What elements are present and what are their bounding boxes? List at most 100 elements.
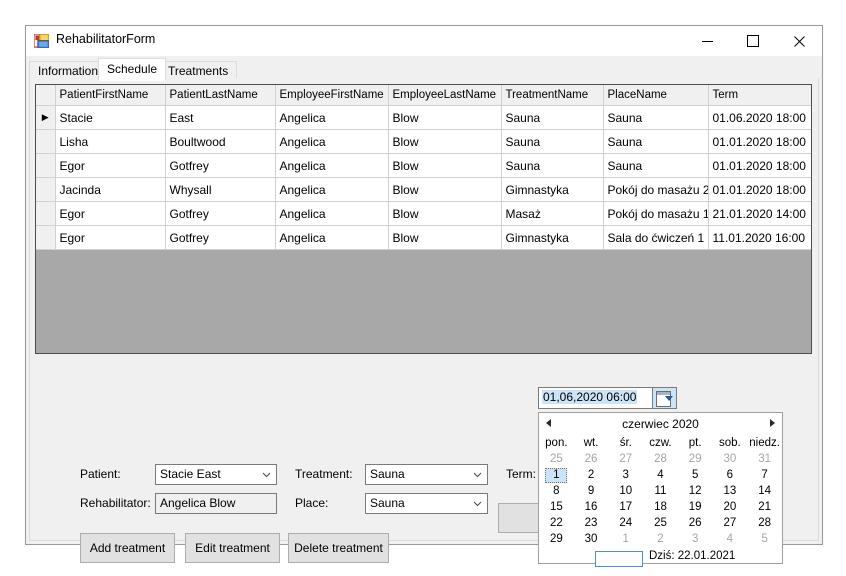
calendar-day-cell[interactable]: 27 [713,515,748,531]
table-row[interactable]: Egor Gotfrey Angelica Blow Masaż Pokój do mas… [36,201,811,226]
calendar-day-cell[interactable]: 4 [643,467,678,483]
calendar-day-cell[interactable]: 31 [747,451,782,467]
column-header-patientfirstname[interactable]: PatientFirstName [55,85,166,106]
row-header-cell[interactable] [36,153,56,178]
table-cell[interactable]: Angelica [275,105,389,130]
table-cell[interactable]: Egor [55,201,166,226]
calendar-day-cell[interactable]: 5 [678,467,713,483]
table-row[interactable]: Egor Gotfrey Angelica Blow Sauna Sauna 01.01.2… [36,153,811,178]
table-cell[interactable]: Stacie [55,105,166,130]
calendar-day-cell[interactable]: 24 [608,515,643,531]
table-cell[interactable]: Sauna [603,129,709,154]
table-cell[interactable]: Jacinda [55,177,166,202]
table-cell[interactable]: Sauna [501,105,604,130]
calendar-day-cell[interactable]: 18 [643,499,678,515]
row-header-corner[interactable] [36,85,56,106]
calendar-day-cell[interactable]: 28 [643,451,678,467]
treatment-combobox[interactable]: Sauna [365,464,488,485]
table-cell[interactable]: 01.01.2020 18:00 [708,153,811,178]
table-cell[interactable]: Gimnastyka [501,225,604,250]
table-cell[interactable]: Gotfrey [165,225,276,250]
calendar-day-cell[interactable]: 22 [539,515,574,531]
delete-treatment-button[interactable]: Delete treatment [288,533,389,563]
table-cell[interactable]: 21.01.2020 14:00 [708,201,811,226]
place-combobox[interactable]: Sauna [365,493,488,514]
calendar-day-cell[interactable]: 30 [574,531,609,547]
table-row[interactable]: Egor Gotfrey Angelica Blow Gimnastyka Sala do… [36,225,811,250]
rehabilitator-textbox[interactable]: Angelica Blow [155,493,277,514]
calendar-day-cell[interactable]: 5 [747,531,782,547]
table-cell[interactable]: Sauna [603,105,709,130]
calendar-day-cell[interactable]: 20 [713,499,748,515]
column-header-treatmentname[interactable]: TreatmentName [501,85,604,106]
calendar-next-month-button[interactable] [770,419,775,427]
schedule-data-grid[interactable]: PatientFirstName PatientLastName Employe… [35,84,812,354]
calendar-day-cell[interactable]: 1 [608,531,643,547]
row-header-cell[interactable] [36,225,56,250]
column-header-placename[interactable]: PlaceName [603,85,709,106]
calendar-day-cell[interactable]: 1 [539,467,574,483]
table-cell[interactable]: Gotfrey [165,153,276,178]
table-cell[interactable]: Pokój do masażu 1 [603,201,709,226]
calendar-day-cell[interactable]: 3 [678,531,713,547]
row-header-cell[interactable]: ▶ [36,105,56,130]
table-cell[interactable]: Lisha [55,129,166,154]
column-header-term[interactable]: Term [708,85,811,106]
table-cell[interactable]: Pokój do masażu 2 [603,177,709,202]
calendar-day-cell[interactable]: 9 [574,483,609,499]
table-cell[interactable]: Egor [55,225,166,250]
row-header-cell[interactable] [36,201,56,226]
table-cell[interactable]: Sauna [501,129,604,154]
table-cell[interactable]: 01.01.2020 18:00 [708,177,811,202]
column-header-patientlastname[interactable]: PatientLastName [165,85,276,106]
term-datetimepicker[interactable]: 01,06,2020 06:00 [538,387,653,409]
calendar-day-cell[interactable]: 2 [643,531,678,547]
calendar-day-cell[interactable]: 27 [608,451,643,467]
calendar-day-cell[interactable]: 6 [713,467,748,483]
table-cell[interactable]: Blow [388,177,502,202]
table-cell[interactable]: 01.06.2020 18:00 [708,105,811,130]
edit-treatment-button[interactable]: Edit treatment [185,533,280,563]
patient-combobox[interactable]: Stacie East [155,464,277,485]
calendar-day-cell[interactable]: 25 [539,451,574,467]
table-cell[interactable]: Blow [388,105,502,130]
calendar-day-cell[interactable]: 23 [574,515,609,531]
calendar-day-cell[interactable]: 3 [608,467,643,483]
calendar-day-cell[interactable]: 13 [713,483,748,499]
table-cell[interactable]: Boultwood [165,129,276,154]
table-cell[interactable]: Blow [388,225,502,250]
table-cell[interactable]: Angelica [275,225,389,250]
minimize-button[interactable] [684,26,730,56]
calendar-day-cell[interactable]: 21 [747,499,782,515]
calendar-day-cell[interactable]: 15 [539,499,574,515]
table-cell[interactable]: Blow [388,153,502,178]
table-cell[interactable]: Egor [55,153,166,178]
row-header-cell[interactable] [36,129,56,154]
calendar-day-cell[interactable]: 12 [678,483,713,499]
calendar-today-swatch[interactable] [595,551,643,567]
close-button[interactable] [776,26,822,56]
tab-schedule[interactable]: Schedule [98,58,167,81]
calendar-day-cell[interactable]: 2 [574,467,609,483]
column-header-employeefirstname[interactable]: EmployeeFirstName [275,85,389,106]
calendar-day-cell[interactable]: 19 [678,499,713,515]
maximize-button[interactable] [730,26,776,56]
table-cell[interactable]: Angelica [275,177,389,202]
table-cell[interactable]: Sauna [603,153,709,178]
calendar-day-cell[interactable]: 29 [539,531,574,547]
table-cell[interactable]: Angelica [275,201,389,226]
calendar-popup[interactable]: czerwiec 2020 pon. wt. śr. czw. pt. sob. niedz… [538,412,783,567]
table-cell[interactable]: 01.01.2020 18:00 [708,129,811,154]
calendar-day-cell[interactable]: 30 [713,451,748,467]
table-cell[interactable]: East [165,105,276,130]
table-cell[interactable]: Gotfrey [165,201,276,226]
table-row[interactable]: Lisha Boultwood Angelica Blow Sauna Sauna 01.0… [36,129,811,154]
table-cell[interactable]: Whysall [165,177,276,202]
table-cell[interactable]: Blow [388,201,502,226]
calendar-day-cell[interactable]: 7 [747,467,782,483]
term-dropdown-button[interactable] [653,387,677,409]
table-cell[interactable]: 11.01.2020 16:00 [708,225,811,250]
table-cell[interactable]: Angelica [275,153,389,178]
table-row[interactable]: ▶ Stacie East Angelica Blow Sauna Sauna 01.06.2… [36,105,811,130]
table-cell[interactable]: Angelica [275,129,389,154]
